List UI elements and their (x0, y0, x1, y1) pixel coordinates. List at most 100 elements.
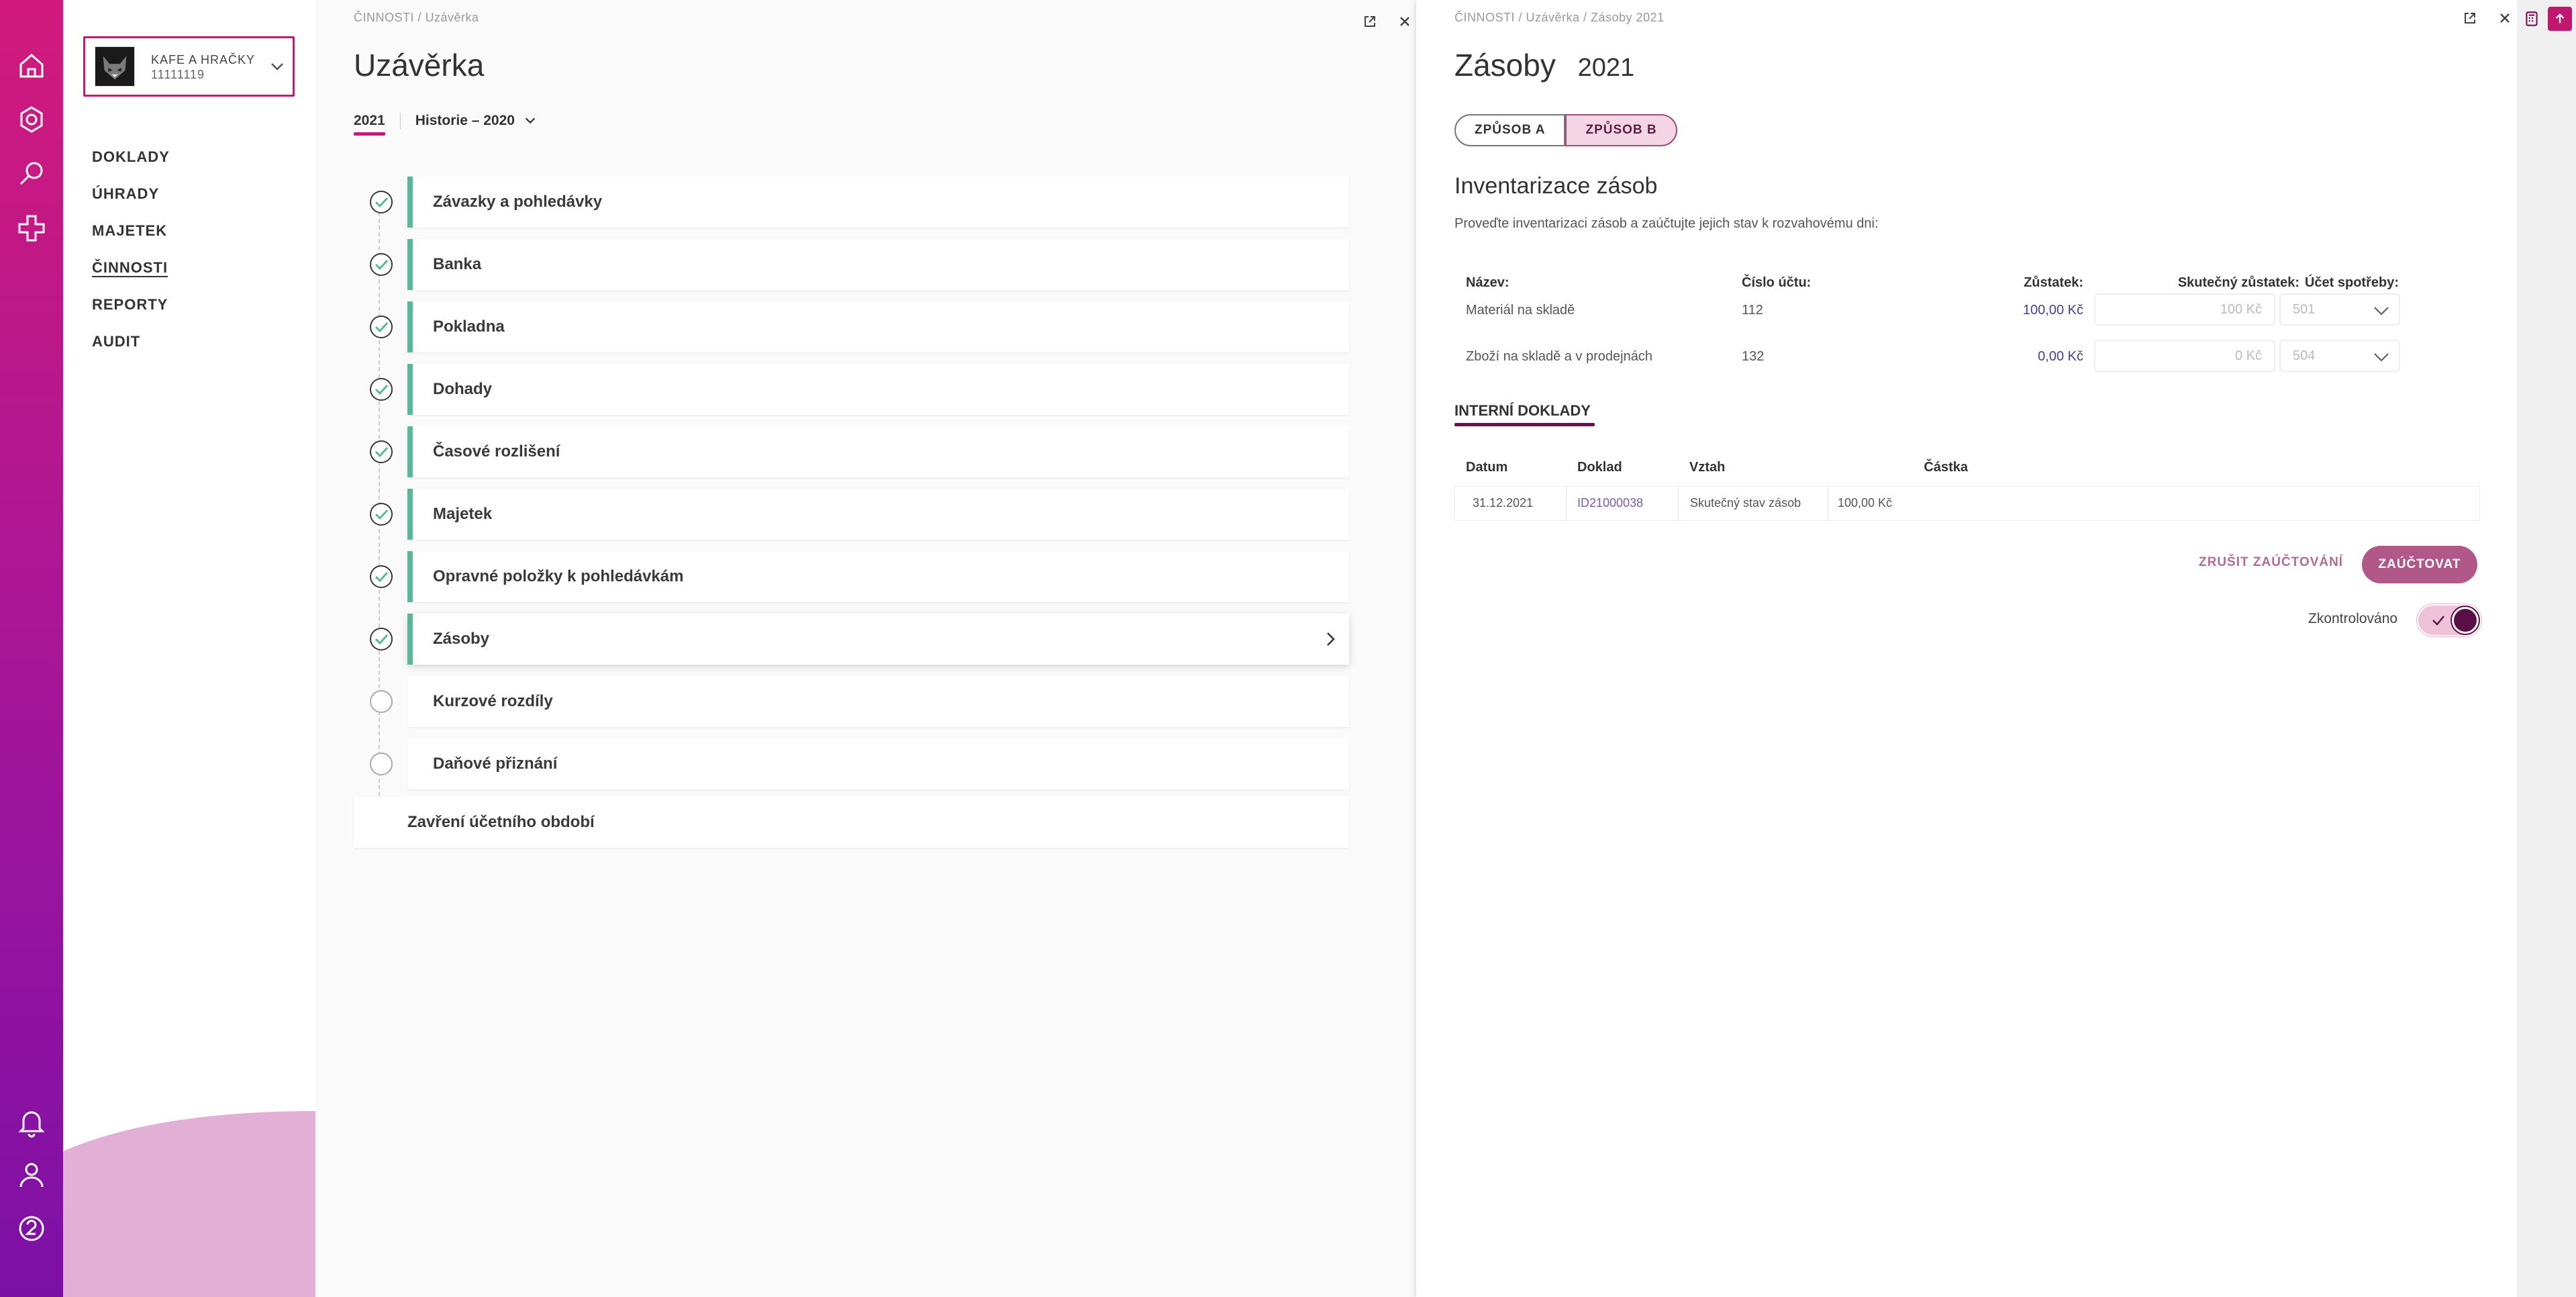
doc-col-doc: Doklad (1577, 460, 1622, 475)
consumption-account-select[interactable]: 504 (2279, 340, 2400, 372)
step-row[interactable]: Závazky a pohledávky (407, 177, 1349, 228)
company-switcher[interactable]: KAFE A HRAČKY 11111119 (83, 36, 295, 97)
breadcrumb: ČINNOSTI / Uzávěrka / Zásoby 2021 (1454, 11, 1665, 24)
tab-history[interactable]: Historie – 2020 (415, 113, 538, 136)
add-icon[interactable] (13, 209, 50, 247)
step-done-icon (370, 503, 393, 526)
upload-button[interactable] (2548, 7, 2572, 31)
external-link-icon (1365, 16, 1375, 27)
consumption-account-select[interactable]: 501 (2279, 293, 2400, 326)
actual-balance-input[interactable]: 0 Kč (2094, 340, 2275, 372)
close-panel-button[interactable] (2495, 8, 2515, 28)
company-id: 11111119 (151, 68, 205, 81)
nav-item-doklady[interactable]: DOKLADY (92, 148, 170, 166)
tab-history-label: Historie – 2020 (415, 113, 515, 128)
doc-col-relation: Vztah (1689, 460, 1726, 475)
close-panel-button[interactable] (1395, 11, 1415, 32)
step-progress-bar (407, 301, 413, 352)
nav-item-uhrady[interactable]: ÚHRADY (92, 185, 159, 203)
title-text: Zásoby (1454, 48, 1556, 83)
check-icon (2432, 616, 2444, 626)
tab-internal-documents[interactable]: INTERNÍ DOKLADY (1454, 402, 1595, 426)
open-external-button[interactable] (2460, 8, 2480, 28)
step-row[interactable]: Opravné položky k pohledávkám (407, 551, 1349, 602)
doc-col-amount: Částka (1924, 460, 1968, 475)
step-label: Kurzové rozdíly (433, 692, 553, 710)
close-icon (1400, 17, 1409, 26)
step-label: Majetek (433, 505, 493, 523)
step-status-empty-icon (370, 690, 393, 713)
help-icon[interactable] (13, 1210, 50, 1247)
method-b-button[interactable]: ZPŮSOB B (1565, 114, 1677, 146)
step-row[interactable]: Majetek (407, 489, 1349, 540)
step-done-icon (370, 440, 393, 463)
settings-icon[interactable] (13, 101, 50, 138)
step-label: Daňové přiznání (433, 755, 558, 773)
tab-2021[interactable]: 2021 (354, 113, 385, 136)
home-icon[interactable] (13, 47, 50, 85)
step-row[interactable]: Daňové přiznání (407, 738, 1349, 789)
nav-item-reporty[interactable]: REPORTY (92, 296, 168, 314)
step-row[interactable]: Banka (407, 239, 1349, 290)
doc-date: 31.12.2021 (1473, 496, 1534, 510)
chevron-down-icon (525, 117, 536, 124)
step-row-final[interactable]: Zavření účetního období (354, 797, 1349, 848)
doc-relation: Skutečný stav zásob (1690, 496, 1801, 510)
closing-panel: ČINNOSTI / Uzávěrka Uzávěrka 2021 Histor… (315, 0, 1456, 1297)
step-done-icon (370, 378, 393, 401)
col-header-account: Číslo účtu: (1742, 275, 1812, 290)
checked-label: Zkontrolováno (2308, 611, 2398, 626)
search-icon[interactable] (13, 154, 50, 192)
step-row[interactable]: Zásoby (407, 614, 1349, 665)
actual-balance-value: 0 Kč (2234, 348, 2262, 363)
chevron-down-icon (271, 63, 283, 70)
arrow-up-icon (2555, 13, 2565, 23)
calculator-icon (2526, 11, 2538, 26)
inventory-name: Materiál na skladě (1466, 303, 1575, 318)
nav-item-cinnosti[interactable]: ČINNOSTI (92, 259, 168, 277)
step-label: Banka (433, 255, 482, 273)
step-done-icon (370, 316, 393, 338)
table-row[interactable]: 31.12.2021 ID21000038 Skutečný stav záso… (1454, 486, 2480, 521)
method-a-button[interactable]: ZPŮSOB A (1454, 114, 1566, 146)
actual-balance-input[interactable]: 100 Kč (2094, 293, 2275, 326)
step-done-icon (370, 253, 393, 276)
checked-toggle[interactable] (2417, 604, 2481, 636)
chevron-right-icon (1327, 632, 1335, 646)
bell-icon[interactable] (13, 1103, 50, 1141)
inventory-balance: 100,00 Kč (2022, 303, 2083, 318)
step-row[interactable]: Pokladna (407, 301, 1349, 352)
cancel-posting-button[interactable]: ZRUŠIT ZAÚČTOVÁNÍ (2195, 555, 2347, 571)
cell-separator (1566, 487, 1567, 520)
side-strip (2517, 0, 2576, 1297)
step-label: Závazky a pohledávky (433, 193, 603, 211)
nav-item-audit[interactable]: AUDIT (92, 333, 140, 350)
step-row[interactable]: Časové rozlišení (407, 426, 1349, 477)
inventory-account: 112 (1742, 303, 1763, 318)
step-row[interactable]: Dohady (407, 364, 1349, 415)
step-label: Dohady (433, 380, 493, 398)
user-icon[interactable] (13, 1156, 50, 1194)
inventory-account: 132 (1742, 349, 1765, 364)
actual-balance-value: 100 Kč (2220, 301, 2262, 317)
toggle-knob (2452, 607, 2479, 634)
cell-separator (1678, 487, 1679, 520)
step-label: Pokladna (433, 318, 505, 336)
tab-separator (399, 113, 401, 129)
calculator-button[interactable] (2520, 7, 2544, 31)
doc-link[interactable]: ID21000038 (1577, 496, 1643, 510)
step-done-icon (370, 565, 393, 588)
section-title: Inventarizace zásob (1454, 173, 1658, 199)
external-link-icon (2465, 13, 2475, 23)
section-description: Proveďte inventarizaci zásob a zaúčtujte… (1454, 216, 1879, 231)
method-switch: ZPŮSOB A ZPŮSOB B (1454, 114, 1677, 146)
post-button[interactable]: ZAÚČTOVAT (2362, 546, 2477, 583)
nav-item-majetek[interactable]: MAJETEK (92, 222, 167, 240)
step-row[interactable]: Kurzové rozdíly (407, 676, 1349, 727)
step-label: Opravné položky k pohledávkám (433, 567, 684, 585)
open-external-button[interactable] (1360, 11, 1380, 32)
step-label: Zavření účetního období (407, 813, 595, 831)
step-progress-bar (407, 239, 413, 290)
step-progress-bar (407, 364, 413, 415)
decorative-shape (63, 1111, 315, 1297)
